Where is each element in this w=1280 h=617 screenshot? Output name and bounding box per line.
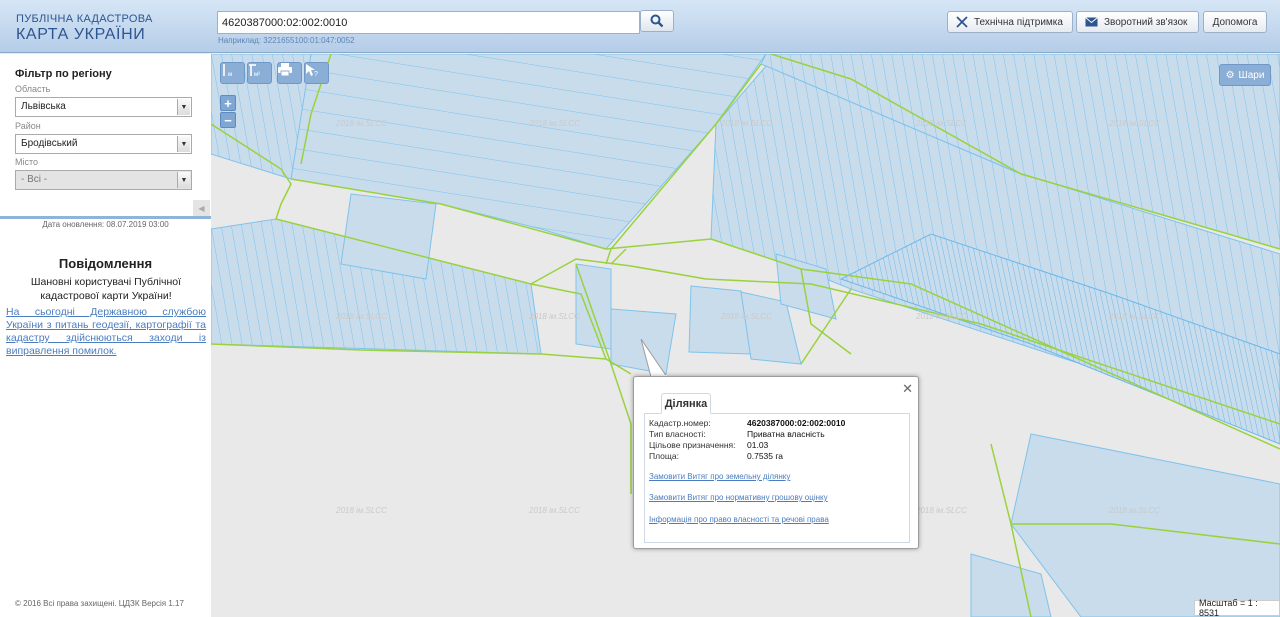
tools-icon xyxy=(956,16,968,28)
watermark: 2018 ім.SLCC xyxy=(1109,506,1160,515)
notice-link[interactable]: На сьогодні Державною службою України з … xyxy=(6,306,206,358)
watermark: 2018 ім.SLCC xyxy=(916,506,967,515)
watermark: 2018 ім.SLCC xyxy=(336,506,387,515)
feedback-label: Зворотний зв'язок xyxy=(1104,16,1188,28)
raion-label: Район xyxy=(15,121,41,131)
watermark: 2018 ім.SLCC xyxy=(336,119,387,128)
identify-button[interactable]: ? xyxy=(304,62,329,84)
identify-icon: ? xyxy=(306,64,318,77)
watermark: 2018 ім.SLCC xyxy=(529,312,580,321)
support-button[interactable]: Технічна підтримка xyxy=(947,11,1073,33)
watermark: 2018 ім.SLCC xyxy=(529,119,580,128)
order-valuation-link[interactable]: Замовити Витяг про нормативну грошову оц… xyxy=(649,493,828,502)
search-input[interactable] xyxy=(217,11,640,34)
watermark: 2018 ім.SLCC xyxy=(1109,119,1160,128)
raion-value: Бродівський xyxy=(21,138,78,149)
parcel-block[interactable] xyxy=(340,193,437,280)
misto-select[interactable]: - Всі - ▼ xyxy=(15,170,192,190)
popup-pointer xyxy=(640,339,668,378)
feedback-button[interactable]: Зворотний зв'язок xyxy=(1076,11,1199,33)
popup-row: Цільове призначення: 01.03 xyxy=(649,440,909,450)
ownership-info-link[interactable]: Інформація про право власності та речові… xyxy=(649,515,829,524)
sidebar: Фільтр по регіону Область Львівська ▼ Ра… xyxy=(0,54,211,617)
chevron-down-icon[interactable]: ▼ xyxy=(177,99,190,115)
oblast-value: Львівська xyxy=(21,101,66,112)
tab-parcel[interactable]: Ділянка xyxy=(661,393,711,414)
row-value: 0.7535 га xyxy=(747,451,784,461)
svg-text:?: ? xyxy=(314,71,318,77)
watermark: 2018 ім.SLCC xyxy=(529,506,580,515)
watermark: 2018 ім.SLCC xyxy=(916,119,967,128)
map-canvas[interactable]: 2018 ім.SLCC 2018 ім.SLCC 2018 ім.SLCC 2… xyxy=(211,54,1280,617)
region-filter: Фільтр по регіону Область Львівська ▼ Ра… xyxy=(0,54,211,219)
svg-text:м: м xyxy=(228,72,232,77)
update-date: Дата оновлення: 08.07.2019 03:00 xyxy=(42,220,169,229)
copyright: © 2016 Всі права захищені. ЦДЗК Версія 1… xyxy=(15,599,184,608)
chevron-down-icon: ▼ xyxy=(177,172,190,188)
logo-line-1: ПУБЛІЧНА КАДАСТРОВА xyxy=(16,13,153,25)
scale-indicator: Масштаб = 1 : 8531 xyxy=(1194,598,1280,617)
watermark: 2018 ім.SLCC xyxy=(916,312,967,321)
app-logo[interactable]: ПУБЛІЧНА КАДАСТРОВА КАРТА УКРАЇНИ xyxy=(16,13,153,44)
gear-icon: ⚙ xyxy=(1225,69,1235,81)
collapse-sidebar-button[interactable]: ◀ xyxy=(193,200,210,216)
popup-row: Тип власності: Приватна власність xyxy=(649,429,909,439)
watermark: 2018 ім.SLCC xyxy=(721,119,772,128)
filter-title: Фільтр по регіону xyxy=(15,68,112,80)
close-icon[interactable]: ✕ xyxy=(902,381,913,397)
support-label: Технічна підтримка xyxy=(974,16,1063,28)
oblast-select[interactable]: Львівська ▼ xyxy=(15,97,192,117)
help-label: Допомога xyxy=(1212,16,1258,28)
watermark: 2018 ім.SLCC xyxy=(336,312,387,321)
chevron-down-icon[interactable]: ▼ xyxy=(177,136,190,152)
popup-row: Площа: 0.7535 га xyxy=(649,451,909,461)
misto-value: - Всі - xyxy=(21,174,48,185)
misto-label: Місто xyxy=(15,157,39,167)
print-button[interactable] xyxy=(277,62,302,84)
row-value: 4620387000:02:002:0010 xyxy=(747,418,846,428)
help-button[interactable]: Допомога xyxy=(1203,11,1267,33)
search-button[interactable] xyxy=(640,10,674,32)
parcel-popup: ✕ Кадастр.номер: 4620387000:02:002:0010 … xyxy=(633,376,919,549)
print-icon xyxy=(278,63,292,76)
popup-content: Кадастр.номер: 4620387000:02:002:0010 Ти… xyxy=(644,413,910,543)
app-header: ПУБЛІЧНА КАДАСТРОВА КАРТА УКРАЇНИ Наприк… xyxy=(0,0,1280,53)
row-key: Тип власності: xyxy=(649,429,706,439)
envelope-icon xyxy=(1085,17,1098,27)
row-key: Цільове призначення: xyxy=(649,440,736,450)
layers-label: Шари xyxy=(1238,69,1265,81)
order-extract-link[interactable]: Замовити Витяг про земельну ділянку xyxy=(649,472,790,481)
chevron-left-icon: ◀ xyxy=(198,203,205,213)
watermark: 2018 ім.SLCC xyxy=(721,312,772,321)
row-value: Приватна власність xyxy=(747,429,825,439)
watermark: 2018 ім.SLCC xyxy=(1109,312,1160,321)
notice-greeting: Шановні користувачі Публічної кадастрово… xyxy=(30,276,182,302)
row-key: Кадастр.номер: xyxy=(649,418,711,428)
zoom-in-button[interactable]: + xyxy=(220,95,236,111)
row-key: Площа: xyxy=(649,451,679,461)
popup-row: Кадастр.номер: 4620387000:02:002:0010 xyxy=(649,418,909,428)
oblast-label: Область xyxy=(15,84,51,94)
layers-button[interactable]: ⚙ Шари xyxy=(1219,64,1271,86)
logo-line-2: КАРТА УКРАЇНИ xyxy=(16,26,146,43)
row-value: 01.03 xyxy=(747,440,769,450)
area-button[interactable]: м² xyxy=(247,62,272,84)
raion-select[interactable]: Бродівський ▼ xyxy=(15,134,192,154)
search-icon xyxy=(650,14,664,28)
svg-text:м²: м² xyxy=(254,72,260,77)
notice-title: Повідомлення xyxy=(58,256,153,271)
area-icon: м² xyxy=(249,64,260,77)
ruler-icon: м xyxy=(223,64,232,77)
zoom-out-button[interactable]: − xyxy=(220,112,236,128)
ruler-button[interactable]: м xyxy=(220,62,245,84)
search-hint: Наприклад: 3221655100:01:047:0052 xyxy=(218,36,355,45)
